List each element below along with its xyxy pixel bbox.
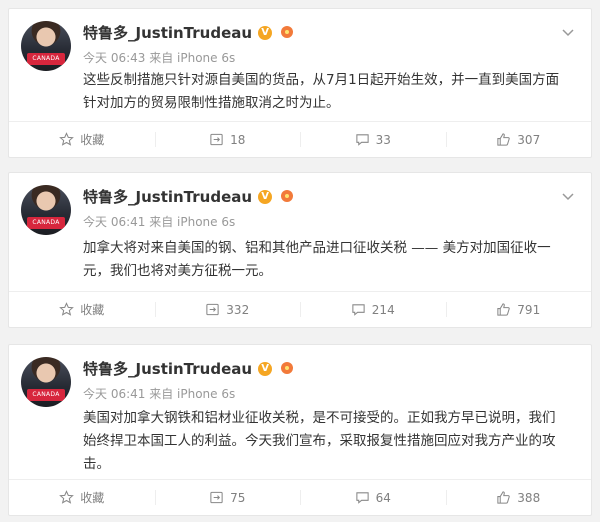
thumbs-up-icon bbox=[497, 491, 511, 504]
like-button[interactable]: 388 bbox=[445, 480, 592, 515]
post-text: 美国对加拿大钢铁和铝材业征收关税，是不可接受的。正如我方早已说明，我们 始终捍卫… bbox=[83, 410, 556, 472]
like-count: 388 bbox=[517, 490, 541, 505]
repost-count: 18 bbox=[230, 132, 246, 147]
weibo-post: CANADA 特鲁多_JustinTrudeau V 今天 06:41 来自 i… bbox=[8, 172, 592, 328]
post-meta[interactable]: 今天 06:43 来自 iPhone 6s bbox=[83, 49, 235, 66]
like-count: 791 bbox=[517, 302, 541, 317]
author-name[interactable]: 特鲁多_JustinTrudeau bbox=[83, 22, 252, 43]
avatar-badge: CANADA bbox=[27, 389, 65, 401]
action-bar: 收藏 75 64 388 bbox=[9, 479, 591, 515]
star-icon bbox=[59, 132, 75, 146]
thumbs-up-icon bbox=[497, 133, 511, 146]
favorite-button[interactable]: 收藏 bbox=[9, 292, 155, 327]
comment-icon bbox=[355, 492, 369, 504]
author-name[interactable]: 特鲁多_JustinTrudeau bbox=[83, 358, 252, 379]
avatar[interactable]: CANADA bbox=[21, 185, 71, 235]
favorite-label: 收藏 bbox=[80, 491, 105, 505]
post-body: CANADA 特鲁多_JustinTrudeau V 今天 06:41 来自 i… bbox=[9, 173, 591, 293]
author-row: 特鲁多_JustinTrudeau V bbox=[83, 186, 296, 207]
repost-icon bbox=[210, 491, 223, 504]
medal-icon bbox=[278, 189, 296, 204]
comment-count: 33 bbox=[375, 132, 391, 147]
verified-v-icon: V bbox=[258, 25, 273, 40]
verified-v-icon: V bbox=[258, 361, 273, 376]
repost-icon bbox=[210, 133, 223, 146]
avatar[interactable]: CANADA bbox=[21, 357, 71, 407]
repost-button[interactable]: 18 bbox=[154, 122, 301, 157]
star-icon bbox=[59, 490, 75, 504]
repost-button[interactable]: 332 bbox=[154, 292, 301, 327]
repost-count: 332 bbox=[226, 302, 250, 317]
like-count: 307 bbox=[517, 132, 541, 147]
comment-button[interactable]: 33 bbox=[300, 122, 446, 157]
weibo-post: CANADA 特鲁多_JustinTrudeau V 今天 06:41 来自 i… bbox=[8, 344, 592, 516]
favorite-button[interactable]: 收藏 bbox=[9, 122, 155, 157]
comment-button[interactable]: 64 bbox=[300, 480, 446, 515]
favorite-label: 收藏 bbox=[80, 133, 105, 147]
post-text: 这些反制措施只针对源自美国的货品，从7月1日起开始生效，并一直到美国方面 针对加… bbox=[83, 72, 560, 111]
like-button[interactable]: 307 bbox=[445, 122, 592, 157]
action-bar: 收藏 332 214 791 bbox=[9, 291, 591, 327]
comment-count: 64 bbox=[375, 490, 391, 505]
repost-icon bbox=[206, 303, 219, 316]
favorite-label: 收藏 bbox=[80, 303, 105, 317]
comment-icon bbox=[352, 304, 365, 316]
author-name[interactable]: 特鲁多_JustinTrudeau bbox=[83, 186, 252, 207]
comment-count: 214 bbox=[371, 302, 395, 317]
post-body: CANADA 特鲁多_JustinTrudeau V 今天 06:43 来自 i… bbox=[9, 9, 591, 123]
action-bar: 收藏 18 33 307 bbox=[9, 121, 591, 157]
weibo-post: CANADA 特鲁多_JustinTrudeau V 今天 06:43 来自 i… bbox=[8, 8, 592, 158]
verified-v-icon: V bbox=[258, 189, 273, 204]
star-icon bbox=[59, 302, 75, 316]
comment-icon bbox=[355, 134, 369, 146]
comment-button[interactable]: 214 bbox=[300, 292, 446, 327]
author-row: 特鲁多_JustinTrudeau V bbox=[83, 22, 296, 43]
repost-button[interactable]: 75 bbox=[154, 480, 301, 515]
avatar-badge: CANADA bbox=[27, 217, 65, 229]
favorite-button[interactable]: 收藏 bbox=[9, 480, 155, 515]
post-body: CANADA 特鲁多_JustinTrudeau V 今天 06:41 来自 i… bbox=[9, 345, 591, 481]
chevron-down-icon[interactable] bbox=[561, 25, 575, 39]
avatar-badge: CANADA bbox=[27, 53, 65, 65]
chevron-down-icon[interactable] bbox=[561, 189, 575, 203]
repost-count: 75 bbox=[230, 490, 246, 505]
thumbs-up-icon bbox=[497, 303, 511, 316]
medal-icon bbox=[278, 25, 296, 40]
like-button[interactable]: 791 bbox=[445, 292, 592, 327]
author-row: 特鲁多_JustinTrudeau V bbox=[83, 358, 296, 379]
post-meta[interactable]: 今天 06:41 来自 iPhone 6s bbox=[83, 385, 235, 402]
avatar[interactable]: CANADA bbox=[21, 21, 71, 71]
medal-icon bbox=[278, 361, 296, 376]
post-text: 加拿大将对来自美国的钢、铝和其他产品进口征收关税 —— 美方对加国征收一 元，我… bbox=[83, 240, 551, 279]
post-meta[interactable]: 今天 06:41 来自 iPhone 6s bbox=[83, 213, 235, 230]
